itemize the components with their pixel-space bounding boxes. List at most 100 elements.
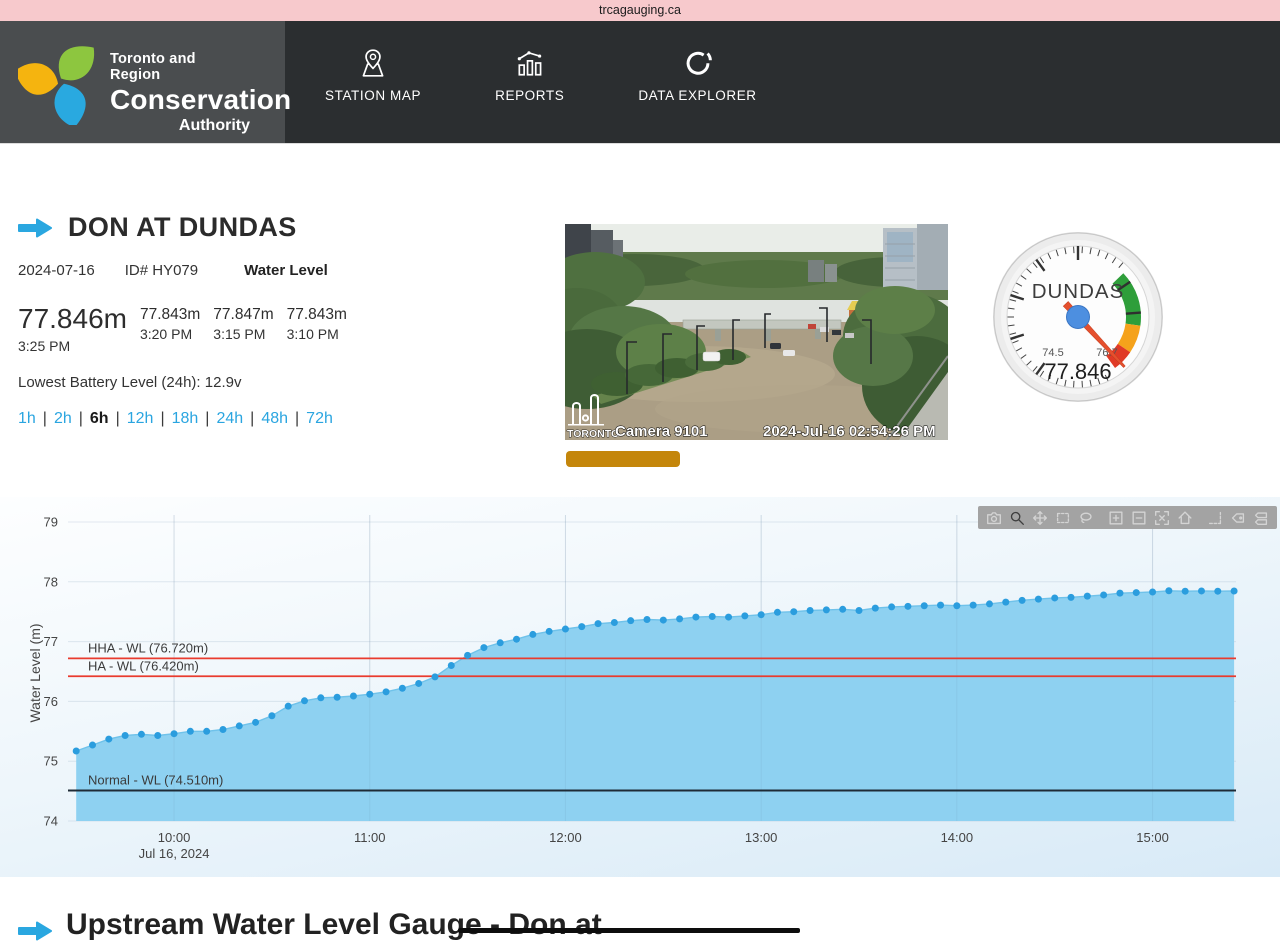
range-separator: | [43,410,47,427]
range-separator: | [205,410,209,427]
next-title-arrow-icon [18,921,52,941]
water-level-series [76,515,1234,821]
camera-overlay-timestamp: 2024-Jul-16 02:54:26 PM [763,423,936,440]
svg-text:12:00: 12:00 [549,830,582,845]
current-time: 3:25 PM [18,338,127,354]
gauge-min-label: 74.5 [1042,347,1063,359]
reading-value: 77.843m [287,306,347,324]
svg-text:14:00: 14:00 [941,830,974,845]
reading-value: 77.847m [213,306,273,324]
range-link-48h[interactable]: 48h [261,410,288,427]
app-header: Toronto and Region Conservation Authorit… [0,21,1280,144]
time-range-links: 1h | 2h | 6h | 12h | 18h | 24h | 48h | 72h [18,410,333,428]
gauge-hub [1067,306,1090,329]
range-link-1h[interactable]: 1h [18,410,36,427]
svg-text:15:00: 15:00 [1136,830,1169,845]
camera-icon[interactable] [983,507,1005,528]
toronto-logo-text: TORONTO [567,428,619,440]
trca-logo[interactable]: Toronto and Region Conservation Authorit… [0,21,285,143]
svg-text:79: 79 [44,515,58,530]
reading-time: 3:20 PM [140,326,200,342]
svg-text:Jul 16, 2024: Jul 16, 2024 [139,846,210,861]
previous-reading: 77.843m 3:10 PM [287,306,347,342]
main-nav: STATION MAP REPORTS DATA EXPLORER [285,21,1280,143]
current-value: 77.846m [18,303,127,335]
svg-text:10:00: 10:00 [158,830,191,845]
previous-reading: 77.847m 3:15 PM [213,306,273,342]
water-level-chart[interactable]: HHA - WL (76.720m) HA - WL (76.420m) Norma… [0,497,1280,877]
autoscale-icon[interactable] [1151,507,1173,528]
map-pin-icon [357,47,389,79]
zoom-icon[interactable] [1006,507,1028,528]
svg-text:78: 78 [44,574,58,589]
nav-label: REPORTS [495,88,564,103]
page-title: DON AT DUNDAS [68,212,297,243]
spikelines-icon[interactable] [1204,507,1226,528]
donut-chart-icon [682,47,714,79]
svg-text:76: 76 [44,694,58,709]
previous-readings: 77.843m 3:20 PM 77.847m 3:15 PM 77.843m 3:10 … [140,303,347,342]
parameter-label: Water Level [244,262,328,279]
station-id: ID# HY079 [125,262,198,279]
previous-reading: 77.843m 3:20 PM [140,306,200,342]
gauge-station-label: DUNDAS [1032,280,1125,303]
range-link-18h[interactable]: 18h [172,410,199,427]
range-link-2h[interactable]: 2h [54,410,72,427]
hover-closest-icon[interactable] [1227,507,1249,528]
trca-logo-icon [18,39,104,125]
reading-time: 3:15 PM [213,326,273,342]
nav-label: DATA EXPLORER [638,88,756,103]
svg-text:Normal - WL (74.510m): Normal - WL (74.510m) [88,773,223,788]
pan-icon[interactable] [1029,507,1051,528]
nav-label: STATION MAP [325,88,421,103]
svg-text:77: 77 [44,634,58,649]
svg-text:HA - WL (76.420m): HA - WL (76.420m) [88,658,199,673]
range-separator: | [116,410,120,427]
y-axis-title: Water Level (m) [27,623,43,722]
station-date: 2024-07-16 [18,262,95,279]
svg-text:11:00: 11:00 [354,830,386,845]
bar-chart-icon [514,47,546,79]
nav-item-reports[interactable]: REPORTS [495,21,564,103]
domain-text: trcagauging.ca [599,3,681,17]
gauge-value: 77.846 [1044,359,1111,384]
camera-scene: TORONTO Camera 9101 2024-Jul-16 02:54:26… [565,224,948,440]
camera-overlay-label: Camera 9101 [615,423,708,440]
station-meta: 2024-07-16 ID# HY079 Water Level [18,262,328,279]
reading-time: 3:10 PM [287,326,347,342]
range-link-24h[interactable]: 24h [216,410,243,427]
range-link-6h[interactable]: 6h [90,410,109,427]
nav-item-data-explorer[interactable]: DATA EXPLORER [638,21,756,103]
svg-text:13:00: 13:00 [745,830,778,845]
trca-logo-text: Toronto and Region Conservation Authorit… [110,51,250,135]
zoom-in-icon[interactable] [1105,507,1127,528]
camera-image[interactable]: TORONTO Camera 9101 2024-Jul-16 02:54:26… [565,224,948,440]
next-section-title: Upstream Water Level Gauge - Don at [66,908,602,942]
zoom-out-icon[interactable] [1128,507,1150,528]
current-reading: 77.846m 3:25 PM [18,303,127,354]
range-separator: | [160,410,164,427]
station-gauge: DUNDAS 74.5 76.7 77.846 [992,231,1164,403]
chart-section: HHA - WL (76.720m) HA - WL (76.420m) Norma… [0,497,1280,877]
title-arrow-icon [18,218,52,238]
range-link-72h[interactable]: 72h [306,410,333,427]
chart-modebar [978,506,1277,529]
svg-text:HHA - WL (76.720m): HHA - WL (76.720m) [88,640,208,655]
reading-value: 77.843m [140,306,200,324]
range-link-12h[interactable]: 12h [127,410,154,427]
range-separator: | [79,410,83,427]
readings: 77.846m 3:25 PM 77.843m 3:20 PM 77.847m 3:1… [18,303,347,354]
box-select-icon[interactable] [1052,507,1074,528]
svg-text:74: 74 [44,814,58,829]
camera-action-button[interactable] [566,451,680,467]
battery-status: Lowest Battery Level (24h): 12.9v [18,374,241,391]
browser-domain-bar: trcagauging.ca [0,0,1280,21]
lasso-select-icon[interactable] [1075,507,1097,528]
hover-compare-icon[interactable] [1250,507,1272,528]
range-separator: | [295,410,299,427]
range-separator: | [250,410,254,427]
svg-text:75: 75 [44,754,58,769]
redaction-line [458,928,800,933]
reset-axes-icon[interactable] [1174,507,1196,528]
nav-item-station-map[interactable]: STATION MAP [325,21,421,103]
